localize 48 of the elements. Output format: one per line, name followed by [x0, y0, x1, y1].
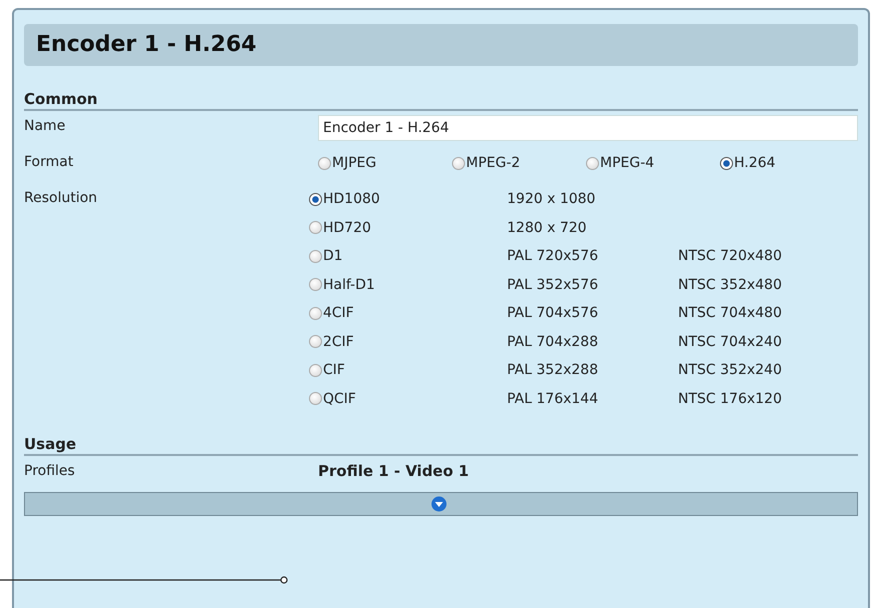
pal-size: PAL 704x576 [507, 305, 600, 321]
pal-size: PAL 720x576 [507, 248, 600, 264]
option-label: CIF [323, 362, 345, 378]
radio-button[interactable] [309, 278, 322, 291]
panel-title: Encoder 1 - H.264 [24, 24, 858, 66]
pal-size: PAL 704x288 [507, 334, 600, 350]
radio-button[interactable] [318, 156, 331, 170]
option-label: HD720 [323, 220, 372, 236]
pal-size: PAL 176x144 [507, 390, 600, 406]
radio-button[interactable] [309, 392, 322, 405]
resolution-size: 1920 x 1080 [507, 191, 596, 207]
radio-button[interactable] [309, 221, 322, 234]
radio-button[interactable] [720, 156, 733, 170]
ntsc-size: NTSC 352x240 [678, 362, 783, 378]
field-label: Profiles [24, 462, 76, 478]
ntsc-size: NTSC 704x240 [678, 334, 783, 350]
option-label: 4CIF [323, 305, 354, 321]
ntsc-size: NTSC 352x480 [678, 276, 783, 292]
option-label: 2CIF [323, 334, 354, 350]
radio-button[interactable] [309, 250, 322, 262]
radio-button[interactable] [309, 335, 322, 348]
option-label: QCIF [323, 390, 356, 406]
field-label: Name [24, 117, 66, 134]
radio-button[interactable] [586, 156, 599, 170]
option-label: MPEG-4 [600, 155, 654, 171]
radio-button[interactable] [309, 192, 322, 206]
option-label: D1 [323, 248, 343, 264]
expand-bar[interactable] [24, 492, 858, 516]
option-label: H.264 [734, 155, 776, 171]
field-label: Format [24, 153, 74, 170]
section-heading: Common [24, 90, 858, 111]
radio-button[interactable] [452, 156, 465, 170]
ntsc-size: NTSC 704x480 [678, 305, 783, 321]
ntsc-size: NTSC 176x120 [678, 390, 783, 406]
pal-size: PAL 352x576 [507, 276, 600, 292]
radio-button[interactable] [309, 306, 322, 320]
name-field[interactable]: Encoder 1 - H.264 [318, 115, 858, 141]
resolution-size: 1280 x 720 [507, 220, 588, 236]
profile-name: Profile 1 - Video 1 [318, 460, 469, 480]
option-label: Half-D1 [323, 276, 375, 292]
option-label: MPEG-2 [466, 155, 520, 171]
section-heading: Usage [24, 434, 858, 456]
pal-size: PAL 352x288 [507, 362, 600, 378]
option-label: MJPEG [332, 155, 376, 171]
field-label: Resolution [24, 189, 98, 206]
option-label: HD1080 [323, 191, 380, 207]
radio-button[interactable] [309, 364, 322, 376]
ntsc-size: NTSC 720x480 [678, 248, 783, 264]
